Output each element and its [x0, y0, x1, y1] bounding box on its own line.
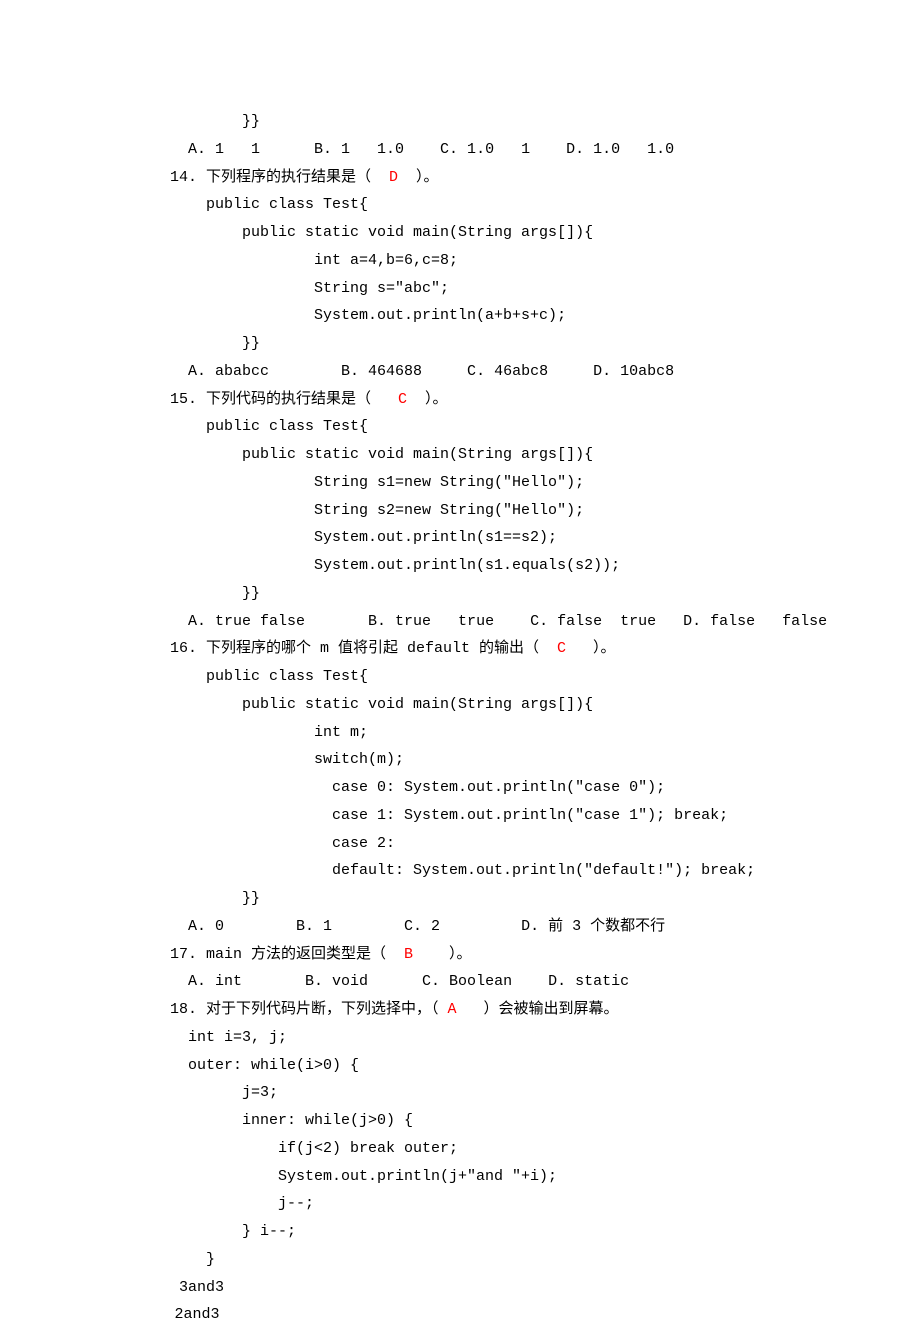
- text-segment: ）。: [407, 391, 448, 408]
- text-line: 16. 下列程序的哪个 m 值将引起 default 的输出（ C ）。: [170, 635, 750, 663]
- text-line: 15. 下列代码的执行结果是（ C ）。: [170, 386, 750, 414]
- text-line: case 2:: [170, 830, 750, 858]
- text-line: }}: [170, 885, 750, 913]
- text-line: }}: [170, 330, 750, 358]
- text-line: int a=4,b=6,c=8;: [170, 247, 750, 275]
- text-line: System.out.println(j+"and "+i);: [170, 1163, 750, 1191]
- text-line: String s2=new String("Hello");: [170, 497, 750, 525]
- text-line: } i--;: [170, 1218, 750, 1246]
- answer-letter: B: [404, 946, 413, 963]
- text-segment: 17. main 方法的返回类型是（: [170, 946, 404, 963]
- text-segment: A. ababcc B. 464688 C. 46abc8 D. 10abc8: [188, 363, 674, 380]
- text-segment: ）。: [398, 169, 439, 186]
- text-line: A. true false B. true true C. false true…: [170, 608, 750, 636]
- document-page: }} A. 1 1 B. 1 1.0 C. 1.0 1 D. 1.0 1.0 14…: [0, 0, 920, 1329]
- answer-letter: C: [398, 391, 407, 408]
- answer-letter: D: [389, 169, 398, 186]
- text-segment: 16. 下列程序的哪个 m 值将引起 default 的输出（: [170, 640, 557, 657]
- text-line: 17. main 方法的返回类型是（ B ）。: [170, 941, 750, 969]
- text-line: public static void main(String args[]){: [170, 441, 750, 469]
- text-segment: ）。: [566, 640, 616, 657]
- text-segment: ）会被输出到屏幕。: [457, 1001, 619, 1018]
- text-line: String s1=new String("Hello");: [170, 469, 750, 497]
- text-line: if(j<2) break outer;: [170, 1135, 750, 1163]
- text-line: 14. 下列程序的执行结果是（ D ）。: [170, 164, 750, 192]
- text-line: System.out.println(a+b+s+c);: [170, 302, 750, 330]
- text-line: A. 0 B. 1 C. 2 D. 前 3 个数都不行: [170, 913, 750, 941]
- text-line: A. 1 1 B. 1 1.0 C. 1.0 1 D. 1.0 1.0: [170, 136, 750, 164]
- text-segment: 18. 对于下列代码片断，下列选择中，（: [170, 1001, 448, 1018]
- text-segment: 15. 下列代码的执行结果是（: [170, 391, 398, 408]
- text-line: }: [170, 1246, 750, 1274]
- text-line: j--;: [170, 1190, 750, 1218]
- answer-letter: C: [557, 640, 566, 657]
- text-line: public class Test{: [170, 191, 750, 219]
- text-line: public class Test{: [170, 663, 750, 691]
- text-line: case 1: System.out.println("case 1"); br…: [170, 802, 750, 830]
- text-line: 18. 对于下列代码片断，下列选择中，（ A ）会被输出到屏幕。: [170, 996, 750, 1024]
- text-line: public class Test{: [170, 413, 750, 441]
- text-line: String s="abc";: [170, 275, 750, 303]
- answer-letter: A: [448, 1001, 457, 1018]
- text-line: public static void main(String args[]){: [170, 691, 750, 719]
- text-segment: ）。: [413, 946, 472, 963]
- text-line: 3and3: [170, 1274, 750, 1302]
- text-line: }}: [170, 108, 750, 136]
- text-line: inner: while(j>0) {: [170, 1107, 750, 1135]
- text-line: int m;: [170, 719, 750, 747]
- text-line: int i=3, j;: [170, 1024, 750, 1052]
- document-content: }} A. 1 1 B. 1 1.0 C. 1.0 1 D. 1.0 1.0 14…: [170, 108, 750, 1329]
- text-line: outer: while(i>0) {: [170, 1052, 750, 1080]
- text-line: System.out.println(s1==s2);: [170, 524, 750, 552]
- text-line: default: System.out.println("default!");…: [170, 857, 750, 885]
- text-segment: A. 0 B. 1 C. 2 D. 前 3 个数都不行: [188, 918, 665, 935]
- text-line: A. int B. void C. Boolean D. static: [170, 968, 750, 996]
- text-line: 2and3: [166, 1301, 751, 1329]
- text-line: }}: [170, 580, 750, 608]
- text-segment: A. true false B. true true C. false true…: [188, 613, 827, 630]
- text-segment: A. 1 1 B. 1 1.0 C. 1.0 1 D. 1.0 1.0: [188, 141, 674, 158]
- text-segment: 14. 下列程序的执行结果是（: [170, 169, 389, 186]
- text-line: public static void main(String args[]){: [170, 219, 750, 247]
- text-line: A. ababcc B. 464688 C. 46abc8 D. 10abc8: [170, 358, 750, 386]
- text-line: switch(m);: [170, 746, 750, 774]
- text-line: case 0: System.out.println("case 0");: [170, 774, 750, 802]
- text-segment: A. int B. void C. Boolean D. static: [188, 973, 629, 990]
- text-line: System.out.println(s1.equals(s2));: [170, 552, 750, 580]
- text-line: j=3;: [170, 1079, 750, 1107]
